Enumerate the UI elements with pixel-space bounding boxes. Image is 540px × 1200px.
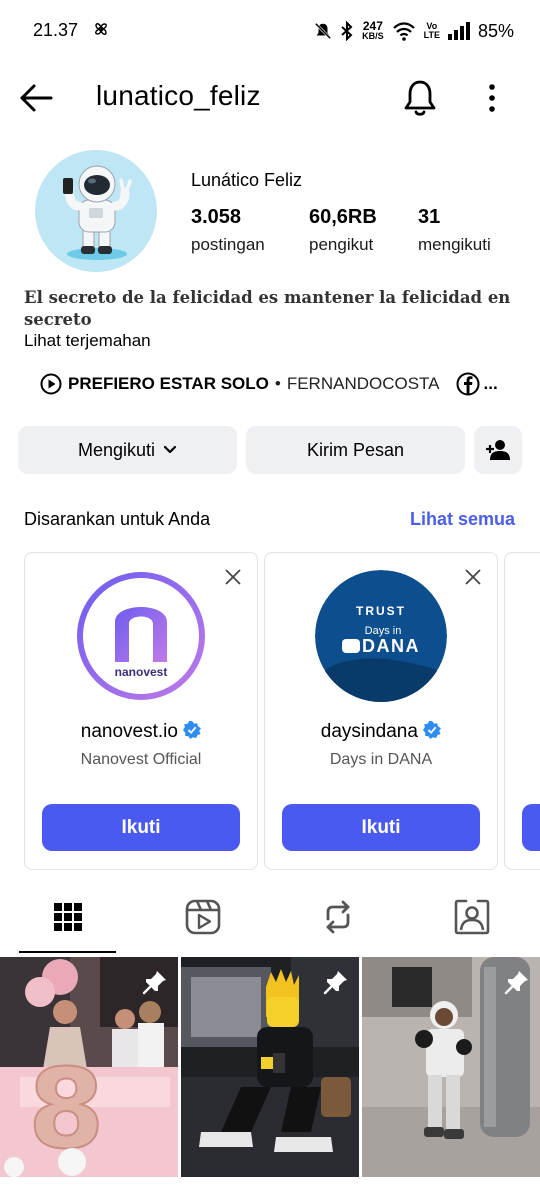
following-stat[interactable]: 31 mengikuti xyxy=(418,206,491,255)
back-arrow-icon[interactable] xyxy=(18,80,54,116)
post-thumbnail[interactable] xyxy=(362,957,540,1177)
music-song: PREFIERO ESTAR SOLO xyxy=(68,374,269,393)
facebook-icon[interactable] xyxy=(456,372,480,396)
post-thumbnail[interactable] xyxy=(181,957,359,1177)
posts-stat[interactable]: 3.058 postingan xyxy=(191,206,265,255)
wifi-icon xyxy=(392,22,415,41)
status-time: 21.37 xyxy=(33,20,79,40)
followers-label: pengikut xyxy=(309,235,374,254)
fan-icon xyxy=(95,23,107,35)
pin-icon xyxy=(142,971,166,995)
suggestion-card-partial[interactable] xyxy=(504,552,540,870)
status-icons: 247 KB/S Vo LTE 85% xyxy=(314,20,514,42)
suggestion-handle[interactable]: nanovest.io xyxy=(25,721,257,743)
suggestions-title: Disarankan untuk Anda xyxy=(24,509,211,529)
followers-count: 60,6RB xyxy=(309,206,377,228)
reposts-icon[interactable] xyxy=(318,897,358,937)
bluetooth-icon xyxy=(341,21,353,41)
profile-tabs xyxy=(0,885,540,955)
pin-icon xyxy=(323,971,347,995)
username-title: lunatico_feliz xyxy=(96,80,261,111)
reels-icon[interactable] xyxy=(183,897,223,937)
volte-indicator: Vo LTE xyxy=(423,21,440,40)
following-count: 31 xyxy=(418,206,441,228)
display-name: Lunático Feliz xyxy=(191,170,303,190)
send-message-button[interactable]: Kirim Pesan xyxy=(246,426,465,474)
profile-header: lunatico_feliz xyxy=(0,70,540,126)
suggestion-name: Nanovest Official xyxy=(80,751,202,768)
add-person-icon xyxy=(486,440,510,460)
music-separator: • xyxy=(274,374,281,393)
posts-label: postingan xyxy=(191,235,265,254)
status-bar: 21.37 247 KB/S Vo LTE 85% xyxy=(0,0,540,60)
svg-text:TRUST: TRUST xyxy=(356,604,406,618)
astronaut-avatar-image xyxy=(63,165,132,260)
follow-button[interactable]: Ikuti xyxy=(42,804,240,851)
following-label: mengikuti xyxy=(418,235,491,254)
see-all-link[interactable]: Lihat semua xyxy=(410,509,515,530)
svg-text:nanovest: nanovest xyxy=(115,665,168,679)
follow-button-partial[interactable] xyxy=(522,804,540,851)
verified-badge-icon xyxy=(183,721,202,739)
suggestion-name: Days in DANA xyxy=(329,751,433,768)
follow-button[interactable]: Ikuti xyxy=(282,804,480,851)
chevron-down-icon xyxy=(163,445,177,454)
pin-icon xyxy=(504,971,528,995)
following-button[interactable]: Mengikuti xyxy=(18,426,237,474)
daysindana-logo: TRUST Days in DANA xyxy=(315,570,447,702)
music-artist: FERNANDOCOSTA xyxy=(286,374,440,393)
send-message-label: Kirim Pesan xyxy=(306,439,405,460)
suggest-people-button[interactable] xyxy=(474,426,522,474)
profile-music[interactable]: PREFIERO ESTAR SOLO • FERNANDOCOSTA ... xyxy=(40,370,520,398)
music-more: ... xyxy=(483,374,498,393)
suggestion-handle[interactable]: daysindana xyxy=(265,721,497,743)
grid-icon[interactable] xyxy=(48,897,88,937)
play-circle-icon xyxy=(40,373,62,395)
network-speed: 247 KB/S xyxy=(362,19,384,41)
suggestion-card-daysindana[interactable]: TRUST Days in DANA daysindana Days in DA… xyxy=(264,552,498,870)
svg-text:DANA: DANA xyxy=(362,636,420,656)
mute-bell-icon xyxy=(314,22,332,40)
nanovest-logo: nanovest xyxy=(75,570,207,702)
see-translation-link[interactable]: Lihat terjemahan xyxy=(24,331,151,351)
profile-avatar[interactable] xyxy=(35,150,157,272)
notification-bell-icon[interactable] xyxy=(402,78,438,118)
dismiss-close-icon[interactable] xyxy=(223,567,243,587)
signal-icon xyxy=(447,22,470,40)
battery-level: 85% xyxy=(477,20,514,41)
post-thumbnail[interactable]: 8 xyxy=(0,957,178,1177)
verified-badge-icon xyxy=(423,721,442,739)
followers-stat[interactable]: 60,6RB pengikut xyxy=(309,206,377,255)
following-button-label: Mengikuti xyxy=(77,439,156,460)
tagged-icon[interactable] xyxy=(452,897,492,937)
more-options-icon[interactable] xyxy=(480,80,504,116)
posts-count: 3.058 xyxy=(191,206,242,228)
suggestion-card-nanovest[interactable]: nanovest nanovest.io Nanovest Official I… xyxy=(24,552,258,870)
profile-bio: El secreto de la felicidad es mantener l… xyxy=(24,288,511,329)
active-tab-indicator xyxy=(19,951,116,953)
dismiss-close-icon[interactable] xyxy=(463,567,483,587)
